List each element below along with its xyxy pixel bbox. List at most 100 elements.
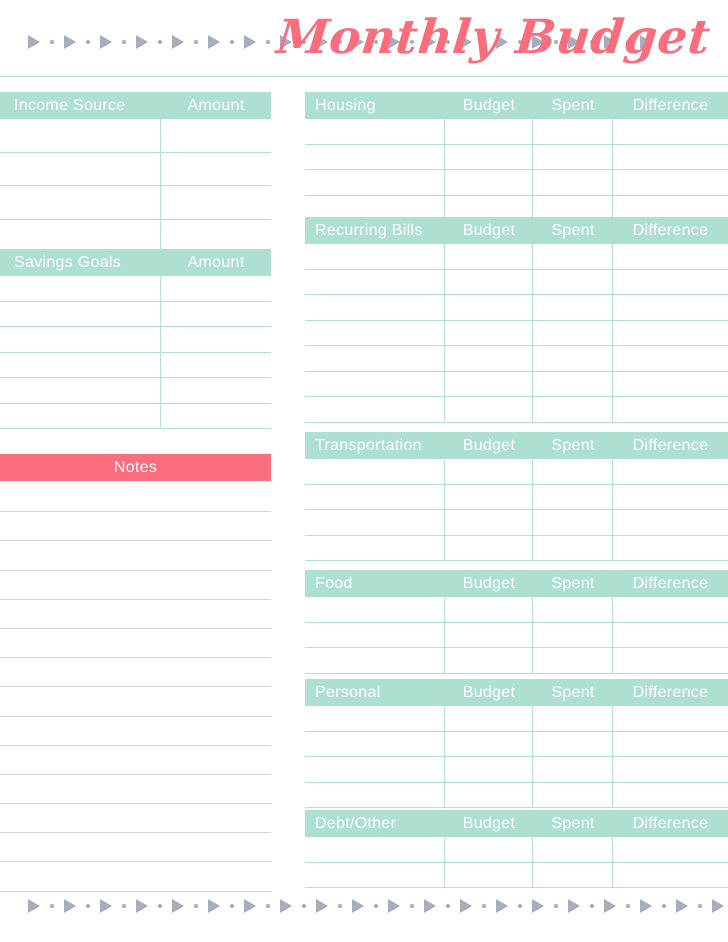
table-row[interactable] bbox=[305, 397, 728, 423]
notes-line[interactable] bbox=[0, 541, 271, 571]
budget-cell-budget[interactable] bbox=[445, 244, 533, 269]
table-row[interactable] bbox=[0, 119, 271, 153]
budget-cell-budget[interactable] bbox=[445, 706, 533, 731]
notes-line[interactable] bbox=[0, 833, 271, 863]
budget-cell-budget[interactable] bbox=[445, 622, 533, 647]
table-cell-amount[interactable] bbox=[161, 378, 271, 403]
budget-cell-budget[interactable] bbox=[445, 597, 533, 622]
budget-cell-item[interactable] bbox=[305, 397, 445, 422]
budget-cell-budget[interactable] bbox=[445, 535, 533, 560]
table-row[interactable] bbox=[305, 837, 728, 863]
table-row[interactable] bbox=[305, 862, 728, 888]
budget-cell-difference[interactable] bbox=[613, 270, 728, 295]
table-row[interactable] bbox=[305, 597, 728, 623]
table-cell-entry[interactable] bbox=[0, 152, 161, 185]
table-cell-entry[interactable] bbox=[0, 119, 161, 152]
budget-cell-spent[interactable] bbox=[533, 757, 613, 782]
budget-cell-spent[interactable] bbox=[533, 320, 613, 345]
budget-cell-difference[interactable] bbox=[613, 837, 728, 862]
table-row[interactable] bbox=[0, 403, 271, 429]
table-cell-amount[interactable] bbox=[161, 302, 271, 327]
budget-cell-spent[interactable] bbox=[533, 782, 613, 807]
budget-cell-budget[interactable] bbox=[445, 269, 533, 294]
budget-cell-spent[interactable] bbox=[533, 837, 613, 862]
table-row[interactable] bbox=[305, 295, 728, 321]
table-row[interactable] bbox=[305, 731, 728, 757]
table-row[interactable] bbox=[305, 535, 728, 561]
budget-cell-item[interactable] bbox=[305, 648, 445, 673]
budget-cell-budget[interactable] bbox=[445, 144, 533, 169]
table-cell-entry[interactable] bbox=[0, 403, 161, 428]
notes-line[interactable] bbox=[0, 804, 271, 834]
table-row[interactable] bbox=[305, 119, 728, 145]
notes-writing-lines[interactable] bbox=[0, 483, 271, 892]
budget-cell-difference[interactable] bbox=[613, 295, 728, 320]
budget-cell-difference[interactable] bbox=[613, 623, 728, 648]
notes-line[interactable] bbox=[0, 629, 271, 659]
budget-cell-item[interactable] bbox=[305, 837, 445, 862]
table-row[interactable] bbox=[305, 484, 728, 510]
budget-cell-difference[interactable] bbox=[613, 732, 728, 757]
budget-cell-item[interactable] bbox=[305, 535, 445, 560]
table-row[interactable] bbox=[0, 219, 271, 253]
budget-cell-difference[interactable] bbox=[613, 648, 728, 673]
table-row[interactable] bbox=[305, 371, 728, 397]
notes-line[interactable] bbox=[0, 571, 271, 600]
budget-cell-spent[interactable] bbox=[533, 459, 613, 484]
budget-cell-spent[interactable] bbox=[533, 706, 613, 731]
notes-line[interactable] bbox=[0, 862, 271, 892]
budget-cell-item[interactable] bbox=[305, 782, 445, 807]
budget-cell-difference[interactable] bbox=[613, 372, 728, 397]
table-row[interactable] bbox=[0, 352, 271, 378]
budget-cell-spent[interactable] bbox=[533, 648, 613, 673]
budget-cell-item[interactable] bbox=[305, 459, 445, 484]
budget-cell-spent[interactable] bbox=[533, 510, 613, 535]
budget-cell-budget[interactable] bbox=[445, 484, 533, 509]
notes-line[interactable] bbox=[0, 658, 271, 688]
table-row[interactable] bbox=[305, 459, 728, 485]
budget-cell-difference[interactable] bbox=[613, 346, 728, 371]
budget-cell-budget[interactable] bbox=[445, 862, 533, 887]
table-cell-amount[interactable] bbox=[161, 404, 271, 429]
table-cell-entry[interactable] bbox=[0, 352, 161, 377]
table-cell-amount[interactable] bbox=[161, 276, 271, 301]
budget-cell-difference[interactable] bbox=[613, 397, 728, 422]
budget-cell-budget[interactable] bbox=[445, 397, 533, 422]
budget-cell-spent[interactable] bbox=[533, 269, 613, 294]
budget-cell-difference[interactable] bbox=[613, 757, 728, 782]
notes-line[interactable] bbox=[0, 512, 271, 542]
budget-cell-difference[interactable] bbox=[613, 510, 728, 535]
notes-line[interactable] bbox=[0, 483, 271, 513]
table-row[interactable] bbox=[0, 276, 271, 302]
budget-cell-budget[interactable] bbox=[445, 731, 533, 756]
table-cell-entry[interactable] bbox=[0, 378, 161, 403]
budget-cell-item[interactable] bbox=[305, 757, 445, 782]
budget-cell-budget[interactable] bbox=[445, 295, 533, 320]
budget-cell-difference[interactable] bbox=[613, 706, 728, 731]
budget-cell-budget[interactable] bbox=[445, 170, 533, 195]
budget-cell-budget[interactable] bbox=[445, 510, 533, 535]
table-row[interactable] bbox=[305, 782, 728, 808]
notes-line[interactable] bbox=[0, 746, 271, 775]
budget-cell-item[interactable] bbox=[305, 706, 445, 731]
budget-cell-spent[interactable] bbox=[533, 144, 613, 169]
budget-cell-spent[interactable] bbox=[533, 371, 613, 396]
table-row[interactable] bbox=[305, 648, 728, 674]
budget-cell-difference[interactable] bbox=[613, 321, 728, 346]
table-row[interactable] bbox=[305, 622, 728, 648]
budget-cell-item[interactable] bbox=[305, 170, 445, 195]
budget-cell-budget[interactable] bbox=[445, 648, 533, 673]
table-cell-amount[interactable] bbox=[161, 220, 271, 253]
budget-cell-difference[interactable] bbox=[613, 783, 728, 808]
budget-cell-budget[interactable] bbox=[445, 346, 533, 371]
table-row[interactable] bbox=[305, 320, 728, 346]
budget-cell-item[interactable] bbox=[305, 244, 445, 269]
budget-cell-item[interactable] bbox=[305, 597, 445, 622]
budget-cell-spent[interactable] bbox=[533, 862, 613, 887]
budget-cell-budget[interactable] bbox=[445, 459, 533, 484]
budget-cell-spent[interactable] bbox=[533, 244, 613, 269]
budget-cell-item[interactable] bbox=[305, 484, 445, 509]
budget-cell-spent[interactable] bbox=[533, 295, 613, 320]
budget-cell-difference[interactable] bbox=[613, 119, 728, 144]
budget-cell-spent[interactable] bbox=[533, 484, 613, 509]
